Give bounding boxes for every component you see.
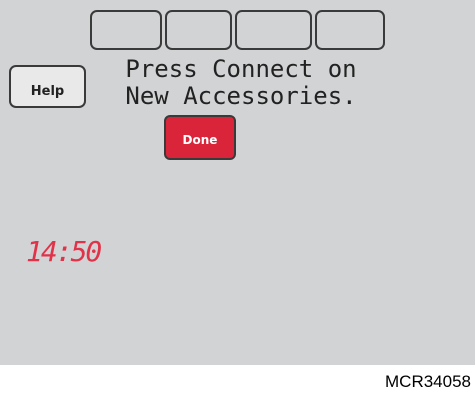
time-display: 14:50 — [26, 235, 102, 268]
help-button[interactable]: Help — [9, 65, 86, 108]
top-button-3[interactable] — [235, 10, 312, 50]
instruction-line-1: Press Connect on — [125, 55, 357, 83]
top-button-4[interactable] — [315, 10, 385, 50]
instruction-line-2: New Accessories. — [125, 82, 357, 110]
page: Help Press Connect on New Accessories. D… — [0, 0, 475, 396]
thermostat-screen: Help Press Connect on New Accessories. D… — [0, 0, 475, 365]
figure-code: MCR34058 — [385, 372, 471, 391]
top-button-1[interactable] — [90, 10, 162, 50]
done-button[interactable]: Done — [164, 115, 236, 160]
instruction-message: Press Connect on New Accessories. — [96, 56, 386, 110]
top-button-2[interactable] — [165, 10, 232, 50]
